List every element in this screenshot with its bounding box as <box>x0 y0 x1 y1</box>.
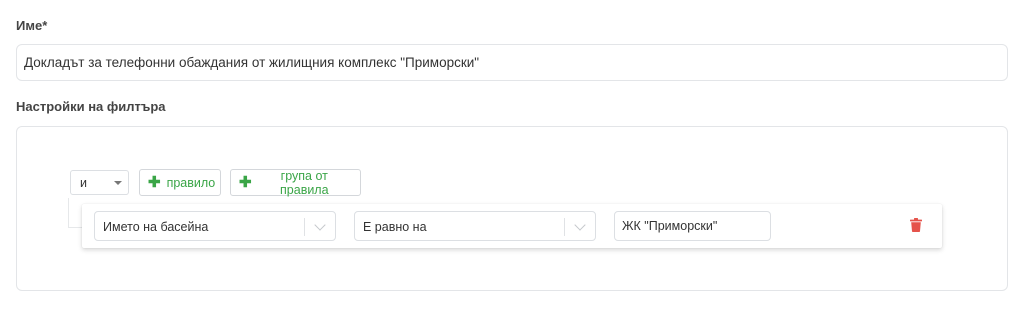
add-group-label: група от правила <box>280 168 329 197</box>
conjunction-value: и <box>80 176 87 190</box>
plus-icon: ✚ <box>148 174 161 191</box>
chevron-down-icon <box>574 219 586 231</box>
field-select[interactable]: Името на басейна <box>94 211 336 241</box>
caret-down-icon <box>114 181 122 185</box>
plus-icon: ✚ <box>239 174 252 191</box>
select-separator <box>564 218 565 236</box>
add-rule-label: правило <box>166 175 216 190</box>
field-select-value: Името на басейна <box>103 220 209 234</box>
filter-settings-label: Настройки на филтъра <box>16 99 166 114</box>
operator-select-value: Е равно на <box>363 220 427 234</box>
rule-value-input[interactable] <box>614 211 771 241</box>
add-rule-button[interactable]: ✚ правило <box>139 169 221 196</box>
name-input[interactable] <box>16 44 1008 81</box>
chevron-down-icon <box>314 219 326 231</box>
delete-rule-button[interactable] <box>910 218 924 234</box>
operator-select[interactable]: Е равно на <box>354 211 596 241</box>
name-label: Име* <box>16 18 48 33</box>
trash-icon <box>910 218 922 232</box>
select-separator <box>304 218 305 236</box>
rule-row: Името на басейна Е равно на <box>82 204 942 248</box>
conjunction-select[interactable]: и <box>70 170 129 195</box>
add-group-button[interactable]: ✚ група от правила <box>230 168 361 197</box>
